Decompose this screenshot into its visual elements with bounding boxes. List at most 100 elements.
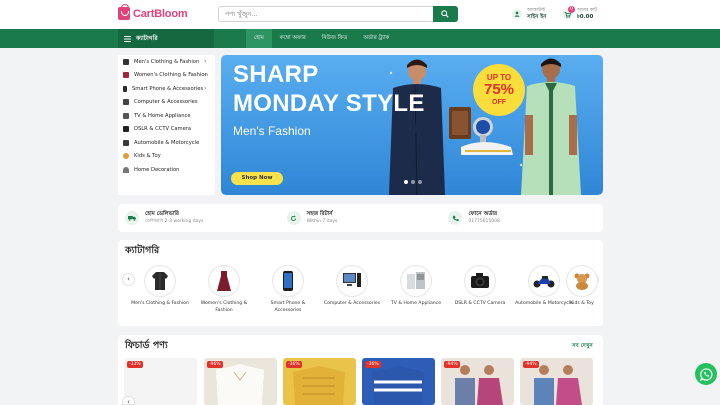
- featured-section-title: ফিচার্ড পণ্য: [125, 340, 168, 351]
- cart-total: ৳0.00: [577, 14, 594, 20]
- category-list: Men's Clothing & Fashion Women's Clothin…: [130, 265, 598, 323]
- category-label: DSLR & CCTV Camera: [454, 301, 506, 306]
- nav-combo-offer[interactable]: কম্বো অফার: [272, 29, 314, 48]
- toy-icon: [123, 153, 129, 160]
- male-model-navy-illustration: [389, 59, 445, 195]
- cart-count-badge: 0: [568, 6, 575, 13]
- feature-home-delivery: হোম ডেলিভারি ডেলিভারি 2-3 working days: [118, 204, 280, 232]
- category-section: ক্যাটাগরি ‹ › Men's Clothing & Fashion W…: [118, 240, 603, 326]
- account-link[interactable]: অ্যাকাউন্ট সাইন ইন: [512, 7, 546, 21]
- site-logo[interactable]: CartBloom: [118, 4, 188, 20]
- product-card[interactable]: -94%: [441, 358, 514, 405]
- feature-easy-return: সহজ রিটার্ন Within 7 days: [280, 204, 442, 232]
- sidebar-item-kids-toy[interactable]: Kids & Toy: [118, 150, 215, 164]
- sidebar-item-mens-clothing[interactable]: Men's Clothing & Fashion ›: [118, 55, 215, 69]
- shop-now-button[interactable]: Shop Now: [231, 172, 283, 185]
- search-button[interactable]: [433, 6, 458, 22]
- sidebar-item-label: Smart Phone & Accessories: [132, 85, 204, 92]
- jacket-icon: [144, 265, 176, 297]
- shopping-bag-icon: [118, 4, 130, 20]
- sidebar-item-camera[interactable]: DSLR & CCTV Camera: [118, 123, 215, 137]
- hero-banner[interactable]: SHARP MONDAY STYLE Men's Fashion Shop No…: [221, 55, 603, 195]
- phone-icon: [123, 85, 127, 92]
- category-sidebar: Men's Clothing & Fashion › Women's Cloth…: [118, 55, 215, 195]
- cart-caption: আমার কার্ট: [577, 8, 597, 13]
- lamp-icon: [123, 166, 129, 173]
- category-label: Computer & Accessories: [323, 301, 381, 306]
- nav-home[interactable]: হোম: [246, 29, 272, 48]
- carousel-dot[interactable]: [418, 180, 422, 184]
- chevron-right-icon: ›: [204, 58, 207, 65]
- cart-link[interactable]: 0 আমার কার্ট ৳0.00: [562, 6, 597, 21]
- feature-title: সহজ রিটার্ন: [306, 211, 333, 217]
- shirt-icon: [123, 58, 129, 65]
- sidebar-item-label: TV & Home Appliance: [134, 112, 191, 119]
- sidebar-item-womens-clothing[interactable]: Women's Clothing & Fashion ›: [118, 69, 215, 83]
- category-label: Kids & Toy: [570, 301, 594, 306]
- see-all-link[interactable]: সব দেখুন: [572, 343, 593, 351]
- product-image: [455, 365, 503, 405]
- discount-badge: -33%: [127, 361, 143, 368]
- category-item-womens[interactable]: Women's Clothing & Fashion: [194, 265, 254, 314]
- appliance-icon: [400, 265, 432, 297]
- featured-products-section: ফিচার্ড পণ্য সব দেখুন -33% -96% -36% -36…: [118, 335, 603, 405]
- product-image: [216, 364, 264, 405]
- chevron-left-icon[interactable]: ‹: [122, 396, 135, 405]
- category-label: TV & Home Appliance: [390, 301, 442, 306]
- product-card[interactable]: -36%: [283, 358, 356, 405]
- male-model-green-illustration: [521, 58, 581, 195]
- sidebar-item-computer[interactable]: Computer & Accessories: [118, 96, 215, 110]
- chevron-right-icon: ›: [204, 71, 207, 79]
- category-label: Men's Clothing & Fashion: [131, 301, 189, 306]
- feature-title: ফোনে অর্ডার: [468, 211, 498, 217]
- sidebar-item-home-decoration[interactable]: Home Decoration: [118, 163, 215, 177]
- carousel-dots: [404, 180, 422, 184]
- dress-icon: [208, 265, 240, 297]
- whatsapp-chat-button[interactable]: [695, 363, 717, 385]
- category-item-computer[interactable]: Computer & Accessories: [322, 265, 382, 308]
- feature-title: হোম ডেলিভারি: [145, 211, 179, 217]
- carousel-dot[interactable]: [404, 180, 408, 184]
- nav-news-feed[interactable]: নিউজ ফিড: [314, 29, 355, 48]
- category-item-mens[interactable]: Men's Clothing & Fashion: [130, 265, 190, 308]
- discount-badge: UP TO 75% OFF: [473, 64, 525, 116]
- product-image: [372, 366, 424, 405]
- feature-phone-order: ফোনে অর্ডার 01775615008: [441, 204, 603, 232]
- feature-subtitle: Within 7 days: [306, 219, 338, 224]
- sidebar-item-label: Kids & Toy: [134, 153, 161, 160]
- product-card[interactable]: -94%: [520, 358, 593, 405]
- sidebar-item-automobile[interactable]: Automobile & Motorcycle: [118, 136, 215, 150]
- logo-text: CartBloom: [133, 7, 188, 20]
- sidebar-item-label: Men's Clothing & Fashion: [134, 58, 200, 65]
- category-item-kids[interactable]: Kids & Toy: [562, 265, 602, 308]
- carousel-dot[interactable]: [411, 180, 415, 184]
- user-icon: [512, 9, 522, 19]
- banner-headline-line1: SHARP: [233, 61, 319, 88]
- sidebar-item-smart-phone[interactable]: Smart Phone & Accessories ›: [118, 82, 215, 96]
- product-card[interactable]: -36%: [362, 358, 435, 405]
- return-icon: [286, 211, 301, 225]
- account-caption: অ্যাকাউন্ট: [527, 8, 546, 13]
- feature-subtitle: 01775615008: [468, 219, 500, 224]
- banner-headline-line2: MONDAY STYLE: [233, 90, 425, 117]
- motorcycle-icon: [123, 139, 129, 146]
- search-input[interactable]: [225, 7, 430, 21]
- category-item-appliance[interactable]: TV & Home Appliance: [386, 265, 446, 308]
- cart-icon: 0: [562, 6, 575, 19]
- whatsapp-icon: [699, 367, 712, 381]
- category-item-camera[interactable]: DSLR & CCTV Camera: [450, 265, 510, 308]
- discount-value: 75%: [483, 81, 515, 98]
- category-item-phone[interactable]: Smart Phone & Accessories: [258, 265, 318, 314]
- tv-icon: [123, 112, 129, 119]
- category-label: Women's Clothing & Fashion: [200, 301, 248, 313]
- product-card[interactable]: -96%: [204, 358, 277, 405]
- categories-menu-button[interactable]: ক্যাটাগরি: [118, 29, 214, 48]
- sidebar-item-tv-appliance[interactable]: TV & Home Appliance: [118, 109, 215, 123]
- computer-icon: [336, 265, 368, 297]
- top-header: CartBloom অ্যাকাউন্ট সাইন ইন 0 আমার কার্…: [0, 0, 720, 29]
- search-icon: [441, 10, 449, 18]
- nav-links: হোম কম্বো অফার নিউজ ফিড অর্ডার ট্র্যাক: [246, 29, 397, 48]
- category-label: Smart Phone & Accessories: [270, 301, 306, 313]
- product-card[interactable]: -33%: [124, 358, 197, 405]
- nav-order-track[interactable]: অর্ডার ট্র্যাক: [355, 29, 397, 48]
